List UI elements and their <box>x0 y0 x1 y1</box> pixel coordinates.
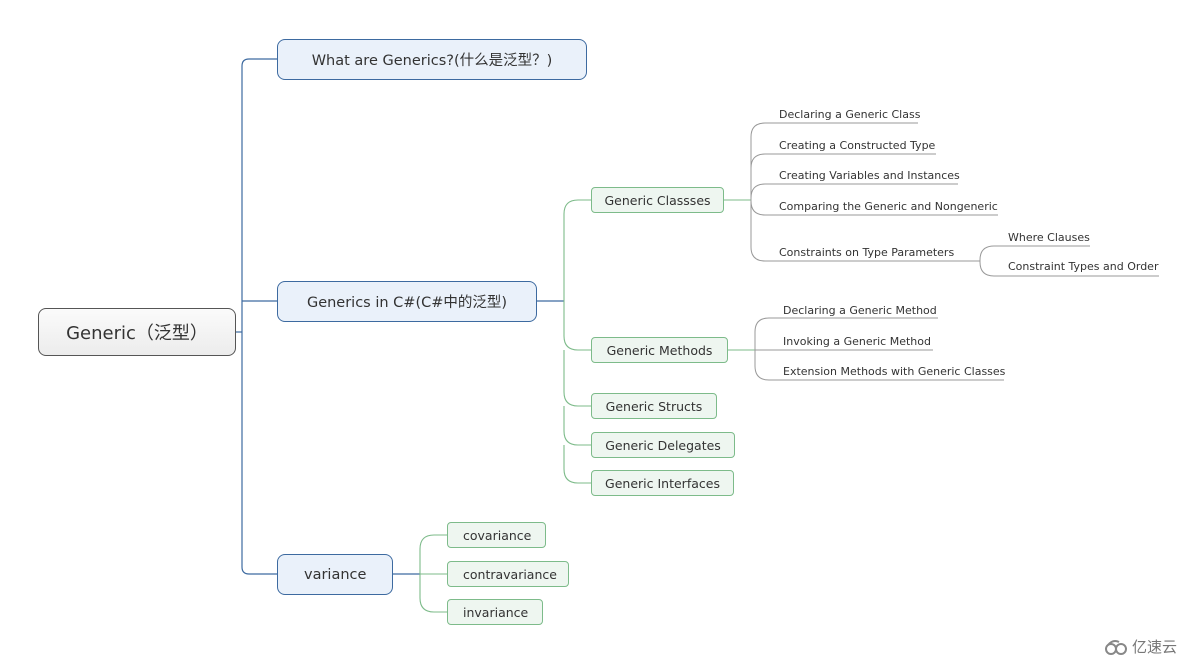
topic-label: Generics in C#(C#中的泛型) <box>306 295 508 311</box>
leaf-invoking-generic-method[interactable]: Invoking a Generic Method <box>783 335 931 348</box>
connector-what <box>241 58 277 332</box>
subtopic-label: contravariance <box>463 566 557 582</box>
root-node[interactable]: Generic（泛型） <box>38 308 236 356</box>
subtopic-generic-delegates[interactable]: Generic Delegates <box>591 432 735 458</box>
subtopic-label: invariance <box>463 604 529 620</box>
watermark: 亿速云 <box>1104 636 1177 657</box>
subtopic-label: Generic Structs <box>605 398 703 414</box>
topic-what-are-generics[interactable]: What are Generics?(什么是泛型？) <box>277 39 587 80</box>
watermark-text: 亿速云 <box>1132 638 1178 656</box>
root-label: Generic（泛型） <box>66 323 208 344</box>
topic-generics-in-csharp[interactable]: Generics in C#(C#中的泛型) <box>277 281 537 322</box>
subtopic-contravariance[interactable]: contravariance <box>447 561 569 587</box>
subtopic-generic-methods[interactable]: Generic Methods <box>591 337 728 363</box>
cloud-logo-icon <box>1105 639 1127 655</box>
leaf-where-clauses[interactable]: Where Clauses <box>1008 231 1090 244</box>
subtopic-label: Generic Classses <box>604 192 711 208</box>
leaf-constraint-types-order[interactable]: Constraint Types and Order <box>1008 260 1158 273</box>
subtopic-generic-interfaces[interactable]: Generic Interfaces <box>591 470 734 496</box>
leaf-constraints-type-parameters[interactable]: Constraints on Type Parameters <box>779 246 954 259</box>
leaf-declaring-generic-class[interactable]: Declaring a Generic Class <box>779 108 920 121</box>
subtopic-label: Generic Delegates <box>605 437 721 453</box>
subtopic-label: Generic Interfaces <box>605 475 720 491</box>
leaf-creating-variables-instances[interactable]: Creating Variables and Instances <box>779 169 960 182</box>
leaf-extension-methods-generic-classes[interactable]: Extension Methods with Generic Classes <box>783 365 1005 378</box>
subtopic-generic-structs[interactable]: Generic Structs <box>591 393 717 419</box>
subtopic-covariance[interactable]: covariance <box>447 522 546 548</box>
subtopic-invariance[interactable]: invariance <box>447 599 543 625</box>
topic-label: variance <box>304 566 367 583</box>
leaf-comparing-generic-nongeneric[interactable]: Comparing the Generic and Nongeneric <box>779 200 998 213</box>
topic-variance[interactable]: variance <box>277 554 393 595</box>
subtopic-label: Generic Methods <box>606 342 713 358</box>
subtopic-generic-classes[interactable]: Generic Classses <box>591 187 724 213</box>
leaf-declaring-generic-method[interactable]: Declaring a Generic Method <box>783 304 937 317</box>
leaf-creating-constructed-type[interactable]: Creating a Constructed Type <box>779 139 935 152</box>
topic-label: What are Generics?(什么是泛型？) <box>311 53 553 69</box>
connector-variance <box>241 332 277 575</box>
subtopic-label: covariance <box>463 527 532 543</box>
